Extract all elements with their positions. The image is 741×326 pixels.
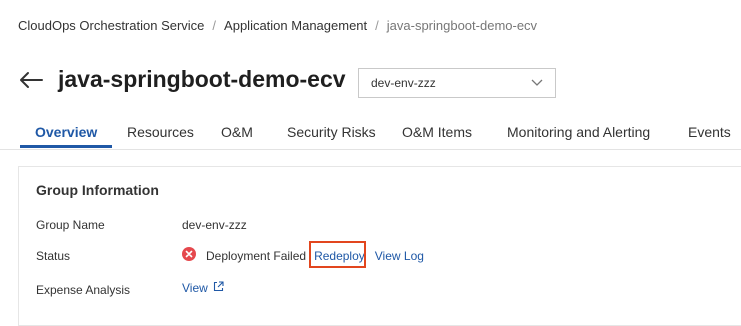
- tab-overview[interactable]: Overview: [35, 124, 97, 140]
- tab-om-items[interactable]: O&M Items: [402, 124, 472, 140]
- page-header: java-springboot-demo-ecv: [18, 66, 346, 93]
- group-name-label: Group Name: [36, 218, 105, 232]
- breadcrumb-item-application-management[interactable]: Application Management: [224, 18, 367, 33]
- status-value: Deployment Failed Redeploy View Log: [182, 247, 424, 264]
- external-link-icon[interactable]: [208, 281, 224, 295]
- expense-analysis-label: Expense Analysis: [36, 283, 131, 297]
- tab-security-risks[interactable]: Security Risks: [287, 124, 376, 140]
- chevron-down-icon: [531, 76, 543, 90]
- status-text: Deployment Failed: [206, 248, 307, 263]
- group-info-title: Group Information: [36, 182, 159, 198]
- error-icon: [182, 247, 206, 264]
- page-title: java-springboot-demo-ecv: [58, 66, 346, 92]
- tab-monitoring-alerting[interactable]: Monitoring and Alerting: [507, 124, 650, 140]
- back-arrow-icon[interactable]: [18, 70, 44, 90]
- tab-resources[interactable]: Resources: [127, 124, 194, 140]
- tab-events[interactable]: Events: [688, 124, 731, 140]
- view-log-link[interactable]: View Log: [375, 249, 424, 263]
- group-name-value: dev-env-zzz: [182, 218, 247, 232]
- breadcrumb-separator: /: [212, 18, 217, 33]
- active-tab-indicator: [20, 145, 112, 148]
- breadcrumb-separator: /: [375, 18, 379, 33]
- expense-view-link[interactable]: View: [182, 281, 208, 295]
- environment-select[interactable]: dev-env-zzz: [358, 68, 556, 98]
- breadcrumb-item-current: java-springboot-demo-ecv: [386, 18, 538, 33]
- environment-select-value: dev-env-zzz: [371, 76, 436, 90]
- status-label: Status: [36, 249, 71, 263]
- breadcrumb: CloudOps Orchestration Service / Applica…: [18, 18, 537, 33]
- breadcrumb-item-cloudops[interactable]: CloudOps Orchestration Service: [18, 18, 204, 33]
- tab-om[interactable]: O&M: [221, 124, 253, 140]
- expense-analysis-value: View: [182, 281, 224, 295]
- redeploy-highlight-box: [309, 241, 366, 268]
